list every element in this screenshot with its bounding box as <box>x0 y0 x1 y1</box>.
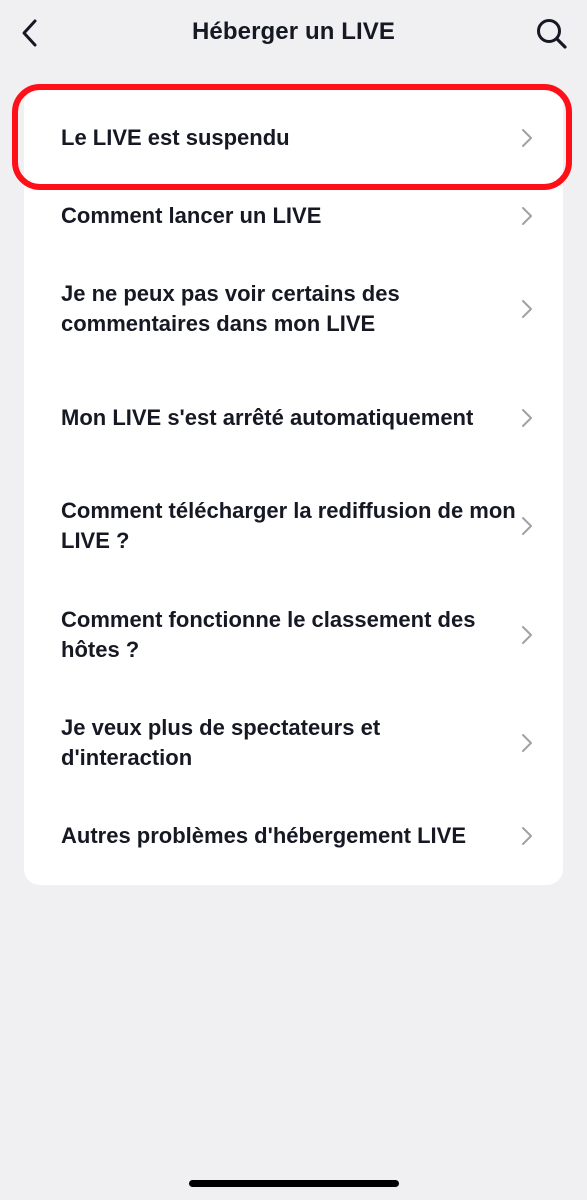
chevron-right-icon <box>522 409 532 427</box>
list-item-label: Autres problèmes d'hébergement LIVE <box>61 823 466 848</box>
list-item-label: Comment fonctionne le classement des hôt… <box>61 607 476 662</box>
list-item-label: Le LIVE est suspendu <box>61 125 290 150</box>
chevron-right-icon <box>522 300 532 318</box>
list-item-comments-hidden[interactable]: Je ne peux pas voir certains des comment… <box>24 274 563 344</box>
page-title: Héberger un LIVE <box>192 18 395 45</box>
chevron-right-icon <box>522 734 532 752</box>
list-item-other-hosting-issues[interactable]: Autres problèmes d'hébergement LIVE <box>24 806 563 866</box>
chevron-right-icon <box>522 517 532 535</box>
list-item-host-ranking[interactable]: Comment fonctionne le classement des hôt… <box>24 600 563 670</box>
list-item-live-stopped[interactable]: Mon LIVE s'est arrêté automatiquement <box>24 383 563 453</box>
home-indicator <box>189 1180 399 1187</box>
chevron-right-icon <box>522 129 532 147</box>
chevron-right-icon <box>522 827 532 845</box>
search-button[interactable] <box>533 15 571 53</box>
chevron-right-icon <box>522 626 532 644</box>
list-item-more-viewers[interactable]: Je veux plus de spectateurs et d'interac… <box>24 708 563 778</box>
list-item-download-replay[interactable]: Comment télécharger la rediffusion de mo… <box>24 491 563 561</box>
list-item-label: Je ne peux pas voir certains des comment… <box>61 281 400 336</box>
search-icon <box>537 19 567 49</box>
header-bar: Héberger un LIVE <box>0 0 587 70</box>
chevron-right-icon <box>522 207 532 225</box>
list-item-live-suspended[interactable]: Le LIVE est suspendu <box>24 108 563 168</box>
list-item-label: Comment lancer un LIVE <box>61 203 322 228</box>
list-item-label: Mon LIVE s'est arrêté automatiquement <box>61 405 474 430</box>
list-item-label: Comment télécharger la rediffusion de mo… <box>61 498 516 553</box>
list-item-label: Je veux plus de spectateurs et d'interac… <box>61 715 381 770</box>
list-item-start-live[interactable]: Comment lancer un LIVE <box>24 186 563 246</box>
help-topics-card: Le LIVE est suspendu Comment lancer un L… <box>24 88 563 885</box>
